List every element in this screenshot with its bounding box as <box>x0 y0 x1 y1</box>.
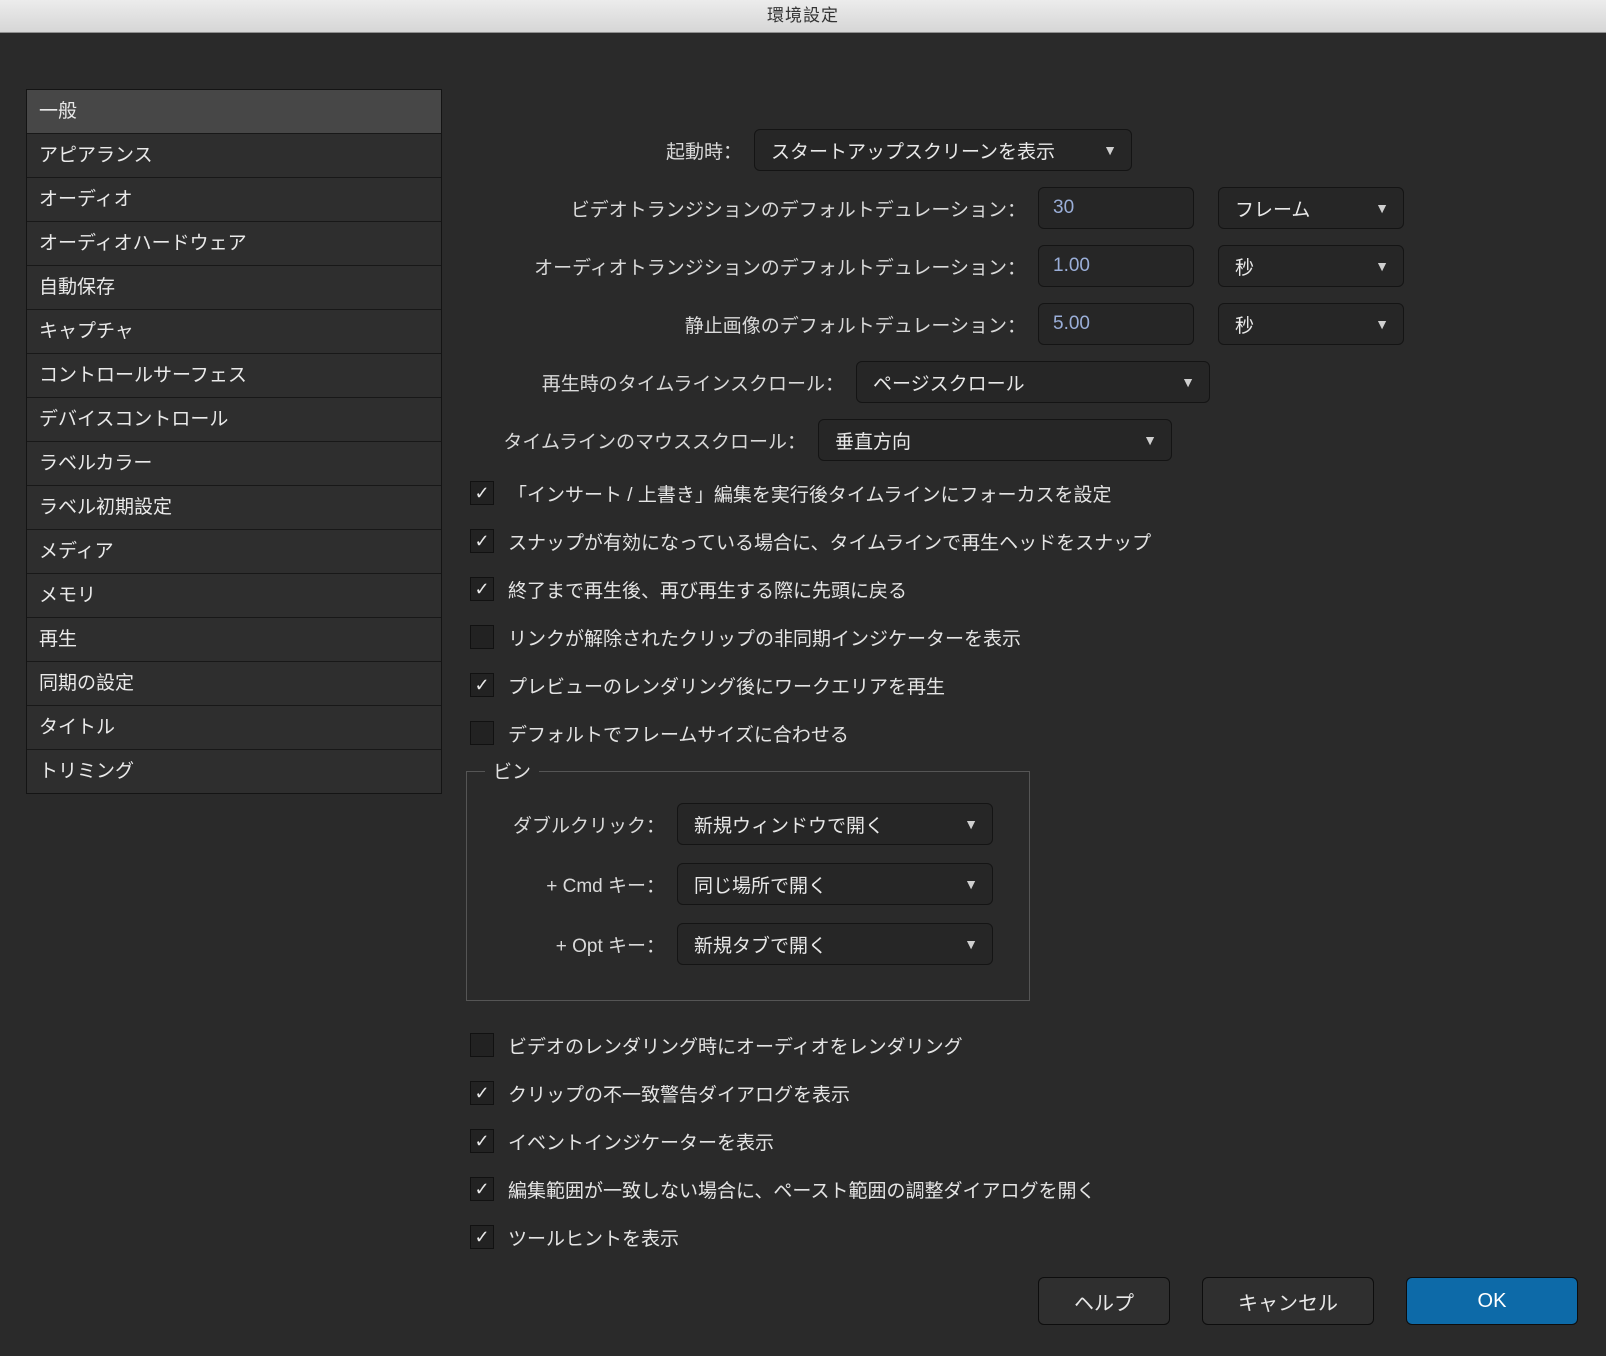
cb-async-indicator[interactable] <box>470 625 494 649</box>
cb-play-return-start[interactable]: ✓ <box>470 577 494 601</box>
cancel-button-label: キャンセル <box>1238 1287 1338 1316</box>
cb-insert-focus-label: 「インサート / 上書き」編集を実行後タイムラインにフォーカスを設定 <box>508 480 1112 507</box>
playback-scroll-dropdown[interactable]: ページスクロール ▼ <box>856 361 1210 403</box>
cb-async-indicator-label: リンクが解除されたクリップの非同期インジケーターを表示 <box>508 624 1021 651</box>
cb-paste-range-adjust-dialog[interactable]: ✓ <box>470 1177 494 1201</box>
help-button-label: ヘルプ <box>1074 1287 1134 1316</box>
bin-double-click-label: ダブルクリック： <box>489 811 677 838</box>
cb-event-indicators-label: イベントインジケーターを表示 <box>508 1128 774 1155</box>
still-image-label: 静止画像のデフォルトデュレーション： <box>466 311 1038 338</box>
bin-opt-label: + Opt キー： <box>489 931 677 958</box>
sidebar-item-13[interactable]: 同期の設定 <box>27 662 441 706</box>
ok-button[interactable]: OK <box>1406 1277 1578 1325</box>
cb-event-indicators[interactable]: ✓ <box>470 1129 494 1153</box>
cb-insert-focus[interactable]: ✓ <box>470 481 494 505</box>
audio-transition-unit-value: 秒 <box>1235 253 1254 280</box>
cb-default-scale-frame[interactable] <box>470 721 494 745</box>
bin-fieldset-legend: ビン <box>485 757 539 784</box>
sidebar-item-15[interactable]: トリミング <box>27 750 441 793</box>
window-titlebar: 環境設定 <box>0 0 1606 33</box>
cb-clip-mismatch-warning[interactable]: ✓ <box>470 1081 494 1105</box>
still-image-value: 5.00 <box>1053 313 1090 335</box>
chevron-down-icon: ▼ <box>1375 316 1389 332</box>
sidebar-item-6[interactable]: コントロールサーフェス <box>27 354 441 398</box>
chevron-down-icon: ▼ <box>1103 142 1117 158</box>
video-transition-unit-dropdown[interactable]: フレーム ▼ <box>1218 187 1404 229</box>
playback-scroll-label: 再生時のタイムラインスクロール： <box>466 369 856 396</box>
bin-double-click-dropdown[interactable]: 新規ウィンドウで開く ▼ <box>677 803 993 845</box>
dialog-body: 一般アピアランスオーディオオーディオハードウェア自動保存キャプチャコントロールサ… <box>0 33 1606 1356</box>
button-bar: ヘルプ キャンセル OK <box>1038 1277 1578 1325</box>
sidebar-item-1[interactable]: アピアランス <box>27 134 441 178</box>
sidebar-item-4[interactable]: 自動保存 <box>27 266 441 310</box>
cb-snap-playhead-label: スナップが有効になっている場合に、タイムラインで再生ヘッドをスナップ <box>508 528 1151 555</box>
audio-transition-value: 1.00 <box>1053 255 1090 277</box>
cb-paste-range-adjust-dialog-label: 編集範囲が一致しない場合に、ペースト範囲の調整ダイアログを開く <box>508 1176 1095 1203</box>
cb-render-audio-with-video[interactable] <box>470 1033 494 1057</box>
cb-snap-playhead[interactable]: ✓ <box>470 529 494 553</box>
sidebar-item-10[interactable]: メディア <box>27 530 441 574</box>
bin-fieldset: ビン ダブルクリック： 新規ウィンドウで開く ▼ + Cmd キー： 同じ場所で… <box>466 771 1030 1001</box>
chevron-down-icon: ▼ <box>1375 258 1389 274</box>
audio-transition-value-input[interactable]: 1.00 <box>1038 245 1194 287</box>
mouse-scroll-value: 垂直方向 <box>835 427 911 454</box>
chevron-down-icon: ▼ <box>1181 374 1195 390</box>
startup-dropdown-value: スタートアップスクリーンを表示 <box>771 137 1055 164</box>
bin-opt-value: 新規タブで開く <box>694 931 827 958</box>
sidebar-item-14[interactable]: タイトル <box>27 706 441 750</box>
sidebar-item-8[interactable]: ラベルカラー <box>27 442 441 486</box>
mouse-scroll-dropdown[interactable]: 垂直方向 ▼ <box>818 419 1172 461</box>
sidebar-item-9[interactable]: ラベル初期設定 <box>27 486 441 530</box>
video-transition-unit-value: フレーム <box>1235 195 1310 222</box>
cb-clip-mismatch-warning-label: クリップの不一致警告ダイアログを表示 <box>508 1080 850 1107</box>
bin-double-click-value: 新規ウィンドウで開く <box>694 811 884 838</box>
video-transition-value: 30 <box>1053 197 1074 219</box>
bin-cmd-dropdown[interactable]: 同じ場所で開く ▼ <box>677 863 993 905</box>
sidebar-item-5[interactable]: キャプチャ <box>27 310 441 354</box>
video-transition-label: ビデオトランジションのデフォルトデュレーション： <box>466 195 1038 222</box>
cb-tool-hints-label: ツールヒントを表示 <box>508 1224 679 1251</box>
help-button[interactable]: ヘルプ <box>1038 1277 1170 1325</box>
bin-cmd-label: + Cmd キー： <box>489 871 677 898</box>
still-image-unit-value: 秒 <box>1235 311 1254 338</box>
still-image-unit-dropdown[interactable]: 秒 ▼ <box>1218 303 1404 345</box>
chevron-down-icon: ▼ <box>1375 200 1389 216</box>
cb-play-workarea-after-render-label: プレビューのレンダリング後にワークエリアを再生 <box>508 672 945 699</box>
bin-cmd-value: 同じ場所で開く <box>694 871 827 898</box>
cb-tool-hints[interactable]: ✓ <box>470 1225 494 1249</box>
audio-transition-label: オーディオトランジションのデフォルトデュレーション： <box>466 253 1038 280</box>
cb-play-return-start-label: 終了まで再生後、再び再生する際に先頭に戻る <box>508 576 907 603</box>
cancel-button[interactable]: キャンセル <box>1202 1277 1374 1325</box>
category-sidebar: 一般アピアランスオーディオオーディオハードウェア自動保存キャプチャコントロールサ… <box>26 89 442 794</box>
bin-opt-dropdown[interactable]: 新規タブで開く ▼ <box>677 923 993 965</box>
audio-transition-unit-dropdown[interactable]: 秒 ▼ <box>1218 245 1404 287</box>
chevron-down-icon: ▼ <box>964 876 978 892</box>
still-image-value-input[interactable]: 5.00 <box>1038 303 1194 345</box>
sidebar-item-12[interactable]: 再生 <box>27 618 441 662</box>
window-title: 環境設定 <box>767 6 839 25</box>
startup-label: 起動時： <box>466 137 754 164</box>
ok-button-label: OK <box>1478 1290 1507 1313</box>
sidebar-item-11[interactable]: メモリ <box>27 574 441 618</box>
cb-default-scale-frame-label: デフォルトでフレームサイズに合わせる <box>508 720 849 747</box>
sidebar-item-2[interactable]: オーディオ <box>27 178 441 222</box>
general-panel: 起動時： スタートアップスクリーンを表示 ▼ ビデオトランジションのデフォルトデ… <box>466 89 1580 1356</box>
sidebar-item-7[interactable]: デバイスコントロール <box>27 398 441 442</box>
chevron-down-icon: ▼ <box>964 936 978 952</box>
sidebar-item-0[interactable]: 一般 <box>27 90 441 134</box>
mouse-scroll-label: タイムラインのマウススクロール： <box>466 427 818 454</box>
cb-play-workarea-after-render[interactable]: ✓ <box>470 673 494 697</box>
chevron-down-icon: ▼ <box>964 816 978 832</box>
playback-scroll-value: ページスクロール <box>873 369 1025 396</box>
video-transition-value-input[interactable]: 30 <box>1038 187 1194 229</box>
sidebar-item-3[interactable]: オーディオハードウェア <box>27 222 441 266</box>
startup-dropdown[interactable]: スタートアップスクリーンを表示 ▼ <box>754 129 1132 171</box>
chevron-down-icon: ▼ <box>1143 432 1157 448</box>
cb-render-audio-with-video-label: ビデオのレンダリング時にオーディオをレンダリング <box>508 1032 963 1059</box>
